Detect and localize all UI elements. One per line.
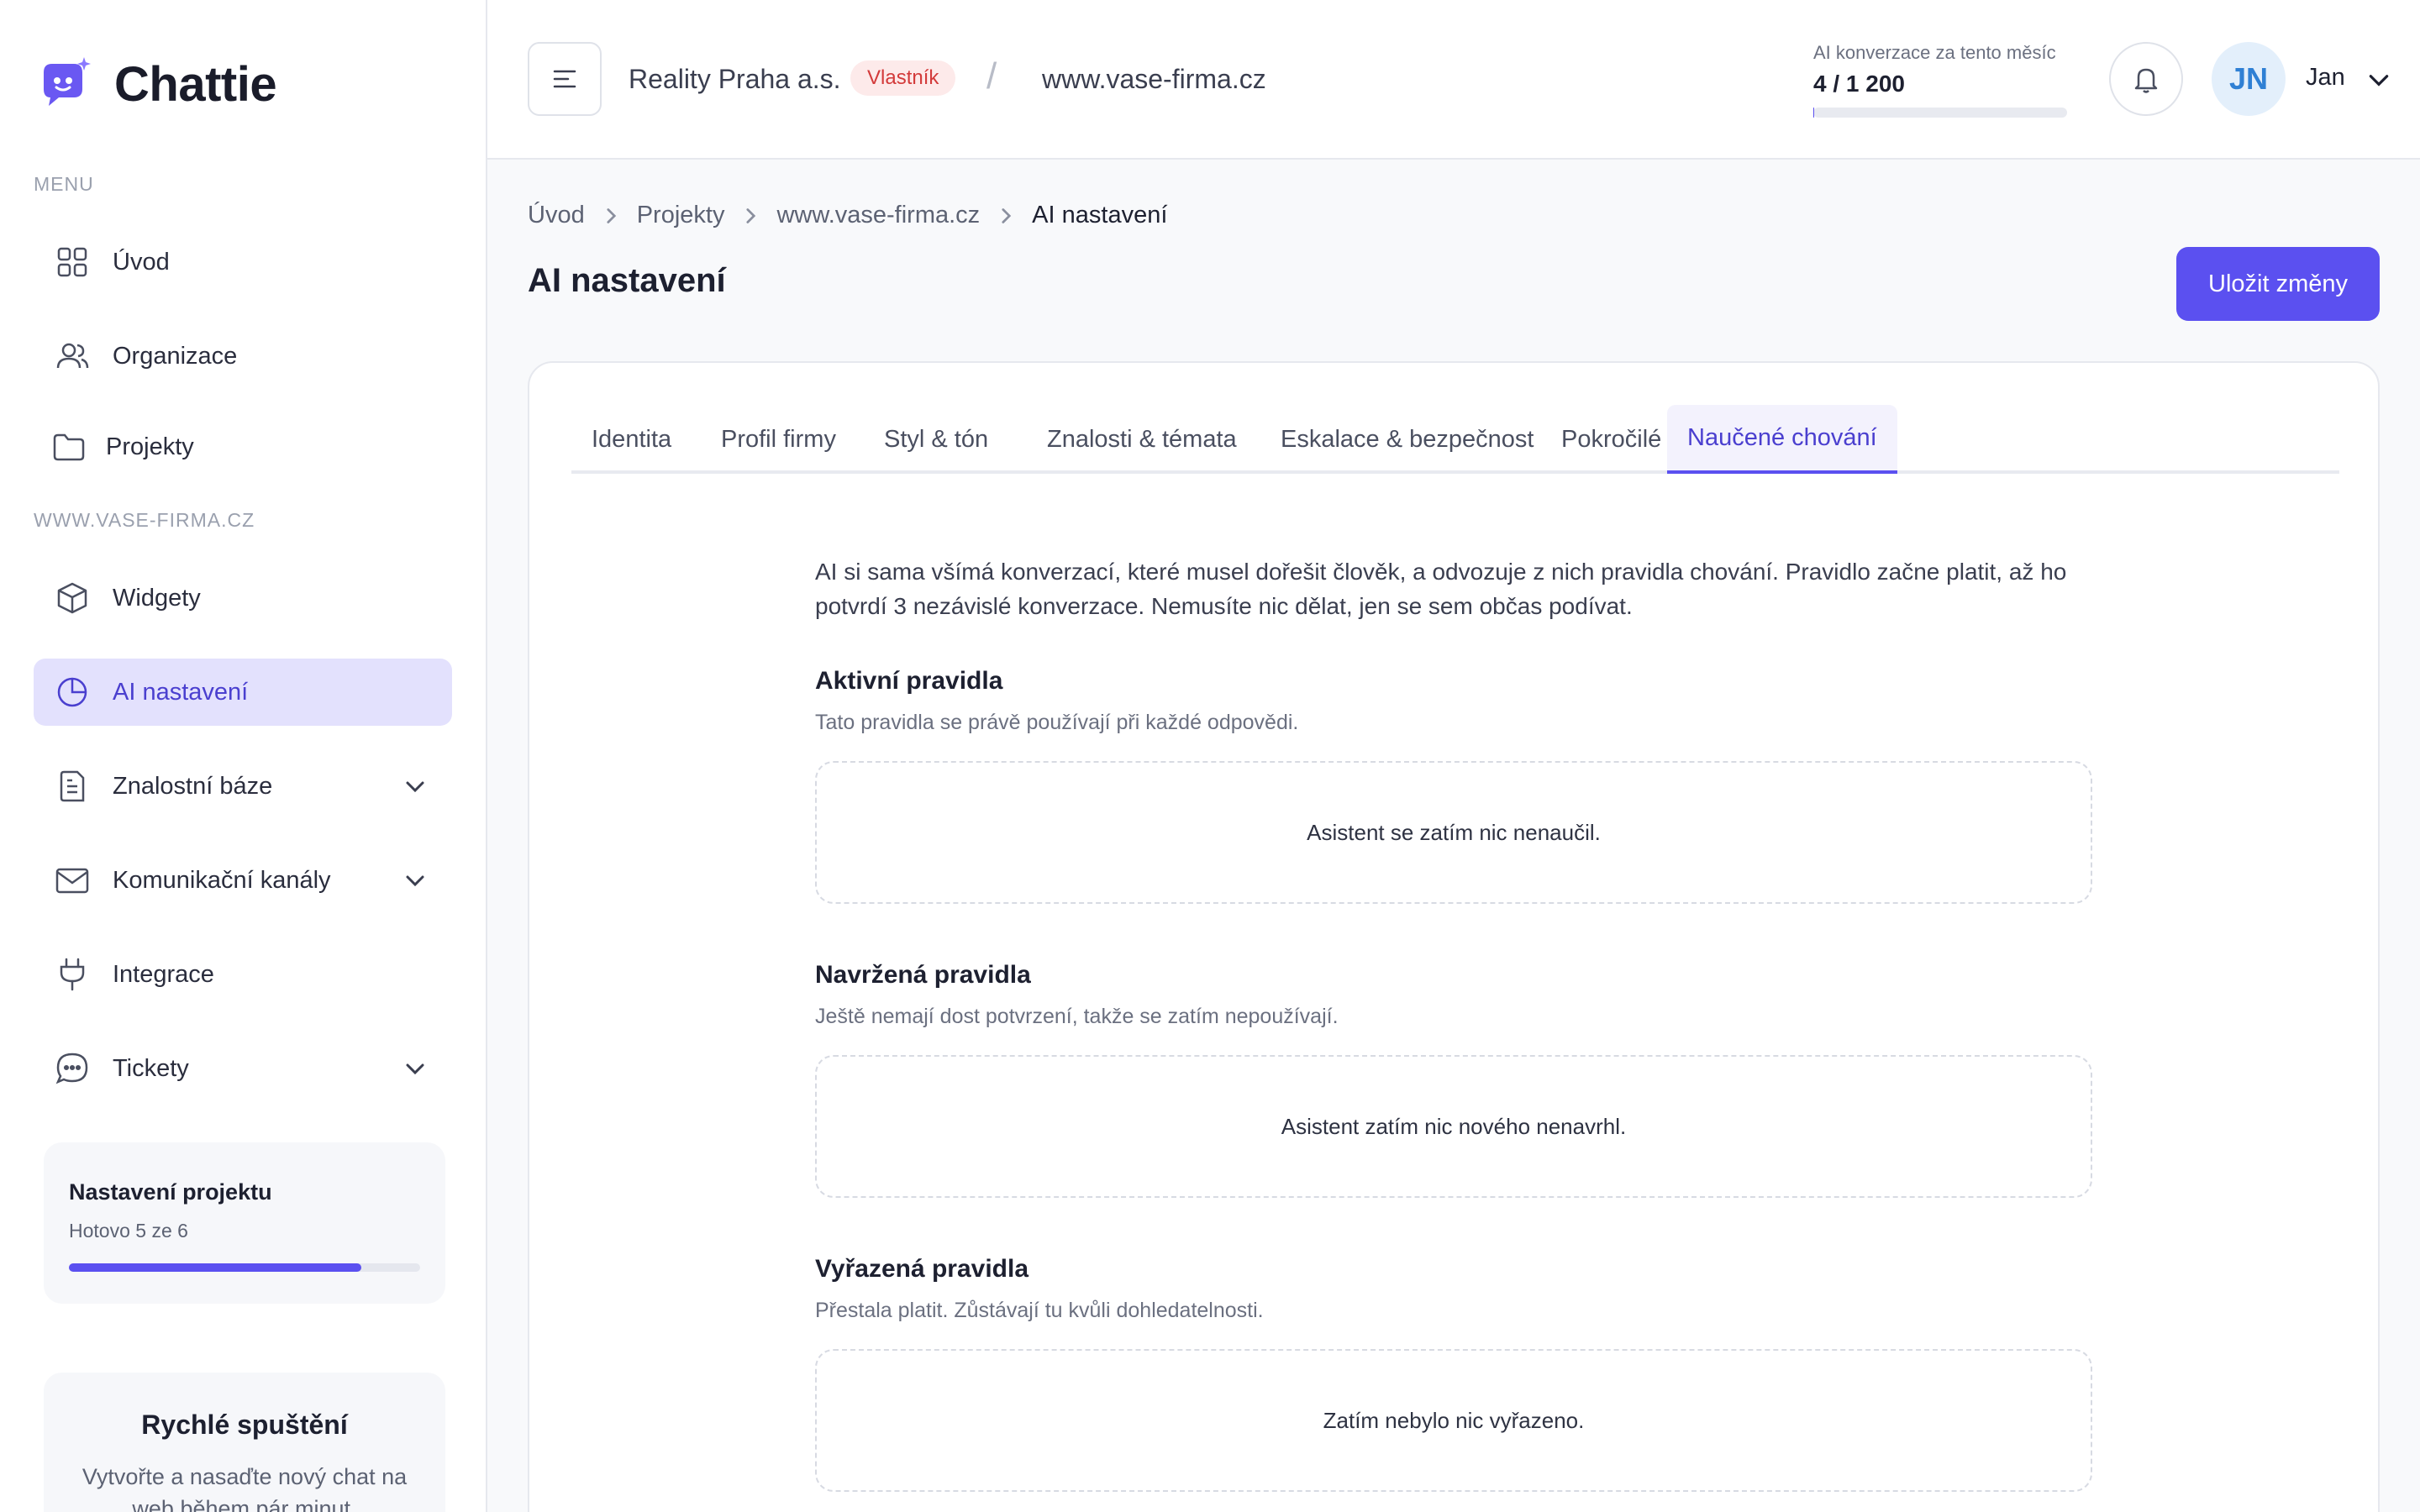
- grid-icon: [54, 244, 91, 281]
- notifications-button[interactable]: [2109, 42, 2183, 116]
- proposed-rules-title: Navržená pravidla: [815, 961, 1031, 989]
- breadcrumb-item[interactable]: Úvod: [528, 202, 585, 229]
- conversation-usage-label: AI konverzace za tento měsíc: [1813, 42, 2056, 63]
- save-button[interactable]: Uložit změny: [2176, 247, 2380, 321]
- sidebar-item-widgety[interactable]: Widgety: [34, 564, 452, 632]
- sidebar-item-projekty[interactable]: Projekty: [34, 413, 452, 480]
- project-site[interactable]: www.vase-firma.cz: [1042, 64, 1266, 95]
- mail-icon: [54, 862, 91, 899]
- breadcrumb-item[interactable]: Projekty: [637, 202, 725, 229]
- plug-icon: [54, 956, 91, 993]
- proposed-rules-empty-state: Asistent zatím nic nového nenavrhl.: [815, 1055, 2092, 1198]
- conversation-usage-bar: [1813, 108, 2067, 118]
- setup-card-title: Nastavení projektu: [69, 1179, 272, 1205]
- breadcrumb-current: AI nastavení: [1032, 202, 1168, 228]
- brand-name: Chattie: [114, 56, 277, 112]
- chevron-down-icon[interactable]: [2366, 67, 2391, 92]
- sidebar-item-label: Znalostní báze: [113, 772, 273, 800]
- tab-eskalace-bezpecnost[interactable]: Eskalace & bezpečnost: [1260, 405, 1554, 474]
- page-title: AI nastavení: [528, 262, 726, 299]
- tab-identita[interactable]: Identita: [571, 405, 692, 474]
- sidebar-item-uvod[interactable]: Úvod: [34, 228, 452, 296]
- sidebar-item-label: Organizace: [113, 342, 238, 370]
- setup-progress-fill: [69, 1263, 362, 1272]
- top-header: Reality Praha a.s. Vlastník / www.vase-f…: [487, 0, 2420, 160]
- chevron-down-icon[interactable]: [403, 774, 427, 798]
- retired-rules-title: Vyřazená pravidla: [815, 1255, 1029, 1283]
- pie-chart-icon: [54, 674, 91, 711]
- project-section-label: WWW.VASE-FIRMA.CZ: [34, 509, 255, 531]
- sidebar-item-label: Integrace: [113, 960, 214, 988]
- quick-start-title: Rychlé spuštění: [141, 1410, 348, 1440]
- breadcrumb-item[interactable]: www.vase-firma.cz: [776, 202, 980, 229]
- hamburger-icon: [550, 65, 579, 93]
- quick-start-text: Vytvořte a nasaďte nový chat na web běhe…: [82, 1464, 408, 1512]
- chevron-right-icon: [993, 203, 1018, 228]
- header-separator: /: [986, 55, 997, 97]
- settings-panel: Identita Profil firmy Styl & tón Znalost…: [528, 361, 2380, 1512]
- sidebar-item-komunikacni-kanaly[interactable]: Komunikační kanály: [34, 847, 452, 914]
- document-icon: [54, 768, 91, 805]
- retired-rules-empty-state: Zatím nebylo nic vyřazeno.: [815, 1349, 2092, 1492]
- sidebar-item-organizace[interactable]: Organizace: [34, 323, 452, 390]
- organization-name[interactable]: Reality Praha a.s.: [629, 64, 841, 95]
- sidebar-item-integrace[interactable]: Integrace: [34, 941, 452, 1008]
- sidebar-item-znalostni-baze[interactable]: Znalostní báze: [34, 753, 452, 820]
- active-rules-empty-state: Asistent se zatím nic nenaučil.: [815, 761, 2092, 904]
- breadcrumb: Úvod Projekty www.vase-firma.cz AI nasta…: [528, 202, 1167, 229]
- users-icon: [54, 338, 91, 375]
- tab-styl-ton[interactable]: Styl & tón: [864, 405, 1008, 474]
- setup-progress-bar: [69, 1263, 420, 1272]
- user-name[interactable]: Jan: [2306, 64, 2345, 92]
- avatar[interactable]: JN: [2212, 42, 2286, 116]
- chat-bubble-icon: [54, 1050, 91, 1087]
- sidebar-item-tickety[interactable]: Tickety: [34, 1035, 452, 1102]
- cube-icon: [54, 580, 91, 617]
- tab-znalosti-temata[interactable]: Znalosti & témata: [1027, 405, 1257, 474]
- chevron-down-icon[interactable]: [403, 869, 427, 892]
- setup-card-progress-text: Hotovo 5 ze 6: [69, 1220, 188, 1242]
- folder-icon: [50, 428, 87, 465]
- quick-start-card[interactable]: Rychlé spuštění Vytvořte a nasaďte nový …: [44, 1373, 445, 1512]
- project-setup-card[interactable]: Nastavení projektu Hotovo 5 ze 6: [44, 1142, 445, 1304]
- sidebar-item-label: Projekty: [106, 433, 194, 460]
- chevron-down-icon[interactable]: [403, 1057, 427, 1080]
- tab-profil-firmy[interactable]: Profil firmy: [701, 405, 856, 474]
- learned-behavior-content: AI si sama všímá konverzací, které musel…: [815, 554, 2092, 1492]
- brand[interactable]: Chattie: [35, 55, 277, 113]
- chattie-logo-icon: [35, 55, 92, 113]
- menu-section-label: MENU: [34, 173, 94, 195]
- sidebar-item-label: Widgety: [113, 584, 201, 612]
- active-rules-subtitle: Tato pravidla se právě používají při kaž…: [815, 711, 1299, 734]
- learned-intro-text: AI si sama všímá konverzací, které musel…: [815, 559, 2067, 619]
- sidebar-item-label: Komunikační kanály: [113, 866, 331, 894]
- tab-pokrocile[interactable]: Pokročilé: [1541, 405, 1681, 474]
- chevron-right-icon: [738, 203, 763, 228]
- role-badge: Vlastník: [850, 60, 956, 96]
- sidebar: Chattie MENU Úvod Organizace Projekty WW…: [0, 0, 487, 1512]
- retired-rules-subtitle: Přestala platit. Zůstávají tu kvůli dohl…: [815, 1299, 1264, 1322]
- sidebar-item-label: Úvod: [113, 248, 170, 276]
- active-rules-title: Aktivní pravidla: [815, 667, 1003, 695]
- proposed-rules-subtitle: Ještě nemají dost potvrzení, takže se za…: [815, 1005, 1339, 1028]
- tab-naucene-chovani[interactable]: Naučené chování: [1667, 405, 1897, 474]
- sidebar-item-label: AI nastavení: [113, 678, 249, 706]
- chevron-right-icon: [598, 203, 623, 228]
- conversation-usage-fill: [1813, 108, 1814, 118]
- bell-icon: [2131, 64, 2161, 94]
- sidebar-item-label: Tickety: [113, 1054, 189, 1082]
- sidebar-item-ai-nastaveni[interactable]: AI nastavení: [34, 659, 452, 726]
- conversation-usage-value: 4 / 1 200: [1813, 71, 1905, 97]
- menu-toggle-button[interactable]: [528, 42, 602, 116]
